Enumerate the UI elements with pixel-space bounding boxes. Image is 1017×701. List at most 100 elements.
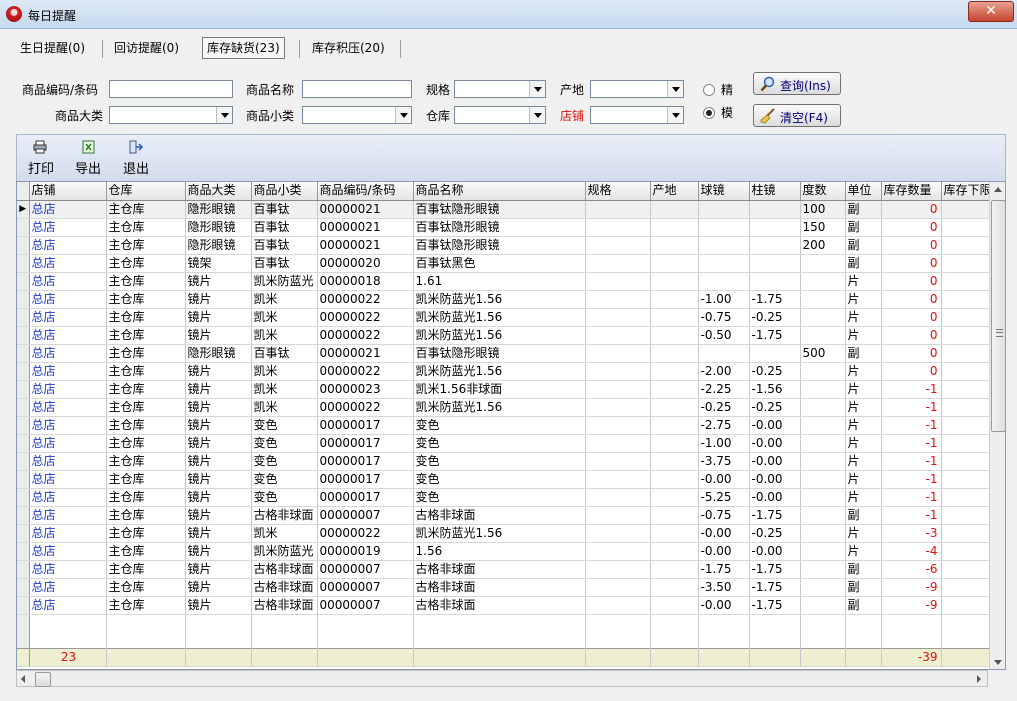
table-cell[interactable]: 凯米防蓝光 — [251, 542, 318, 561]
table-cell[interactable]: 主仓库 — [106, 524, 186, 543]
store-select[interactable] — [590, 106, 684, 124]
table-cell[interactable]: 百事钛 — [251, 254, 318, 273]
table-cell[interactable]: 凯米 — [251, 398, 318, 417]
table-cell[interactable] — [941, 362, 993, 381]
code-input[interactable] — [109, 80, 233, 98]
table-cell[interactable]: 主仓库 — [106, 236, 186, 255]
print-button[interactable]: 打印 — [23, 135, 57, 181]
table-cell[interactable]: 主仓库 — [106, 578, 186, 597]
row-indicator[interactable] — [17, 398, 30, 417]
table-cell[interactable]: -0.00 — [749, 488, 801, 507]
table-row[interactable]: 总店 主仓库 隐形眼镜 百事钛 00000021 百事钛隐形眼镜 500 副 0 — [17, 344, 993, 363]
table-cell[interactable]: -2.25 — [698, 380, 750, 399]
table-cell[interactable]: -0.00 — [749, 416, 801, 435]
table-cell[interactable] — [941, 380, 993, 399]
table-cell[interactable]: 0 — [881, 254, 942, 273]
table-cell[interactable]: 00000017 — [317, 470, 414, 489]
table-row[interactable]: 总店 主仓库 隐形眼镜 百事钛 00000021 百事钛隐形眼镜 150 副 0 — [17, 218, 993, 237]
table-cell[interactable]: 片 — [845, 434, 882, 453]
table-cell[interactable] — [585, 506, 651, 525]
table-cell[interactable] — [800, 452, 846, 471]
table-cell[interactable]: 总店 — [29, 344, 107, 363]
table-cell[interactable]: 镜片 — [185, 326, 252, 345]
column-header[interactable]: 柱镜 — [749, 182, 801, 201]
table-cell[interactable]: 100 — [800, 200, 846, 219]
table-cell[interactable]: 总店 — [29, 236, 107, 255]
table-cell[interactable] — [941, 326, 993, 345]
table-cell[interactable]: 副 — [845, 506, 882, 525]
table-cell[interactable]: 总店 — [29, 416, 107, 435]
table-cell[interactable]: 凯米 — [251, 308, 318, 327]
table-cell[interactable]: 凯米防蓝光1.56 — [413, 326, 586, 345]
chevron-down-icon[interactable] — [529, 81, 545, 97]
table-cell[interactable]: 200 — [800, 236, 846, 255]
table-cell[interactable]: 变色 — [251, 488, 318, 507]
row-indicator[interactable] — [17, 272, 30, 291]
table-cell[interactable]: 0 — [881, 308, 942, 327]
table-cell[interactable]: -6 — [881, 560, 942, 579]
table-cell[interactable]: 百事钛隐形眼镜 — [413, 200, 586, 219]
table-cell[interactable]: 镜片 — [185, 452, 252, 471]
table-cell[interactable] — [650, 488, 699, 507]
table-cell[interactable]: 副 — [845, 578, 882, 597]
table-cell[interactable] — [650, 254, 699, 273]
table-cell[interactable]: 总店 — [29, 200, 107, 219]
table-cell[interactable]: -0.75 — [698, 308, 750, 327]
table-cell[interactable]: 00000022 — [317, 362, 414, 381]
table-cell[interactable]: 片 — [845, 542, 882, 561]
table-cell[interactable]: 古格非球面 — [251, 506, 318, 525]
table-cell[interactable]: -1.00 — [698, 290, 750, 309]
table-cell[interactable] — [941, 398, 993, 417]
table-cell[interactable]: -4 — [881, 542, 942, 561]
table-cell[interactable]: 百事钛隐形眼镜 — [413, 236, 586, 255]
table-cell[interactable] — [650, 416, 699, 435]
table-cell[interactable]: -9 — [881, 578, 942, 597]
table-cell[interactable]: -1 — [881, 452, 942, 471]
table-cell[interactable]: 古格非球面 — [413, 506, 586, 525]
table-cell[interactable]: 1.56 — [413, 542, 586, 561]
table-cell[interactable]: 总店 — [29, 596, 107, 615]
table-cell[interactable]: 主仓库 — [106, 326, 186, 345]
table-cell[interactable]: 古格非球面 — [251, 560, 318, 579]
table-cell[interactable]: -0.00 — [749, 452, 801, 471]
table-cell[interactable]: 变色 — [251, 434, 318, 453]
table-cell[interactable] — [585, 236, 651, 255]
table-cell[interactable]: 00000007 — [317, 578, 414, 597]
table-cell[interactable]: 500 — [800, 344, 846, 363]
table-cell[interactable]: 变色 — [413, 470, 586, 489]
table-cell[interactable]: 总店 — [29, 362, 107, 381]
table-cell[interactable]: 镜架 — [185, 254, 252, 273]
table-cell[interactable]: 镜片 — [185, 434, 252, 453]
table-cell[interactable]: -9 — [881, 596, 942, 615]
table-cell[interactable]: -0.25 — [749, 362, 801, 381]
table-cell[interactable]: 古格非球面 — [251, 578, 318, 597]
column-header[interactable]: 店铺 — [29, 182, 107, 201]
table-cell[interactable]: -1.75 — [749, 596, 801, 615]
table-cell[interactable] — [941, 434, 993, 453]
table-cell[interactable]: 总店 — [29, 290, 107, 309]
table-cell[interactable] — [585, 470, 651, 489]
table-cell[interactable]: 凯米 — [251, 524, 318, 543]
table-cell[interactable]: 总店 — [29, 254, 107, 273]
table-cell[interactable]: -0.00 — [698, 470, 750, 489]
table-cell[interactable]: 片 — [845, 362, 882, 381]
table-cell[interactable]: 00000021 — [317, 344, 414, 363]
table-cell[interactable]: 0 — [881, 362, 942, 381]
table-cell[interactable]: 变色 — [413, 434, 586, 453]
table-cell[interactable] — [650, 308, 699, 327]
table-cell[interactable]: 镜片 — [185, 488, 252, 507]
table-cell[interactable]: 片 — [845, 488, 882, 507]
table-cell[interactable]: 00000017 — [317, 416, 414, 435]
table-cell[interactable]: 隐形眼镜 — [185, 218, 252, 237]
table-row[interactable]: 总店 主仓库 隐形眼镜 百事钛 00000021 百事钛隐形眼镜 200 副 0 — [17, 236, 993, 255]
table-cell[interactable]: -1 — [881, 380, 942, 399]
table-cell[interactable] — [941, 200, 993, 219]
scroll-left-icon[interactable] — [21, 675, 25, 683]
table-cell[interactable]: -1.75 — [749, 506, 801, 525]
table-cell[interactable]: -0.00 — [698, 596, 750, 615]
scroll-right-icon[interactable] — [977, 675, 981, 683]
table-cell[interactable] — [941, 506, 993, 525]
row-indicator[interactable] — [17, 506, 30, 525]
table-cell[interactable]: 总店 — [29, 218, 107, 237]
table-cell[interactable]: -1 — [881, 470, 942, 489]
